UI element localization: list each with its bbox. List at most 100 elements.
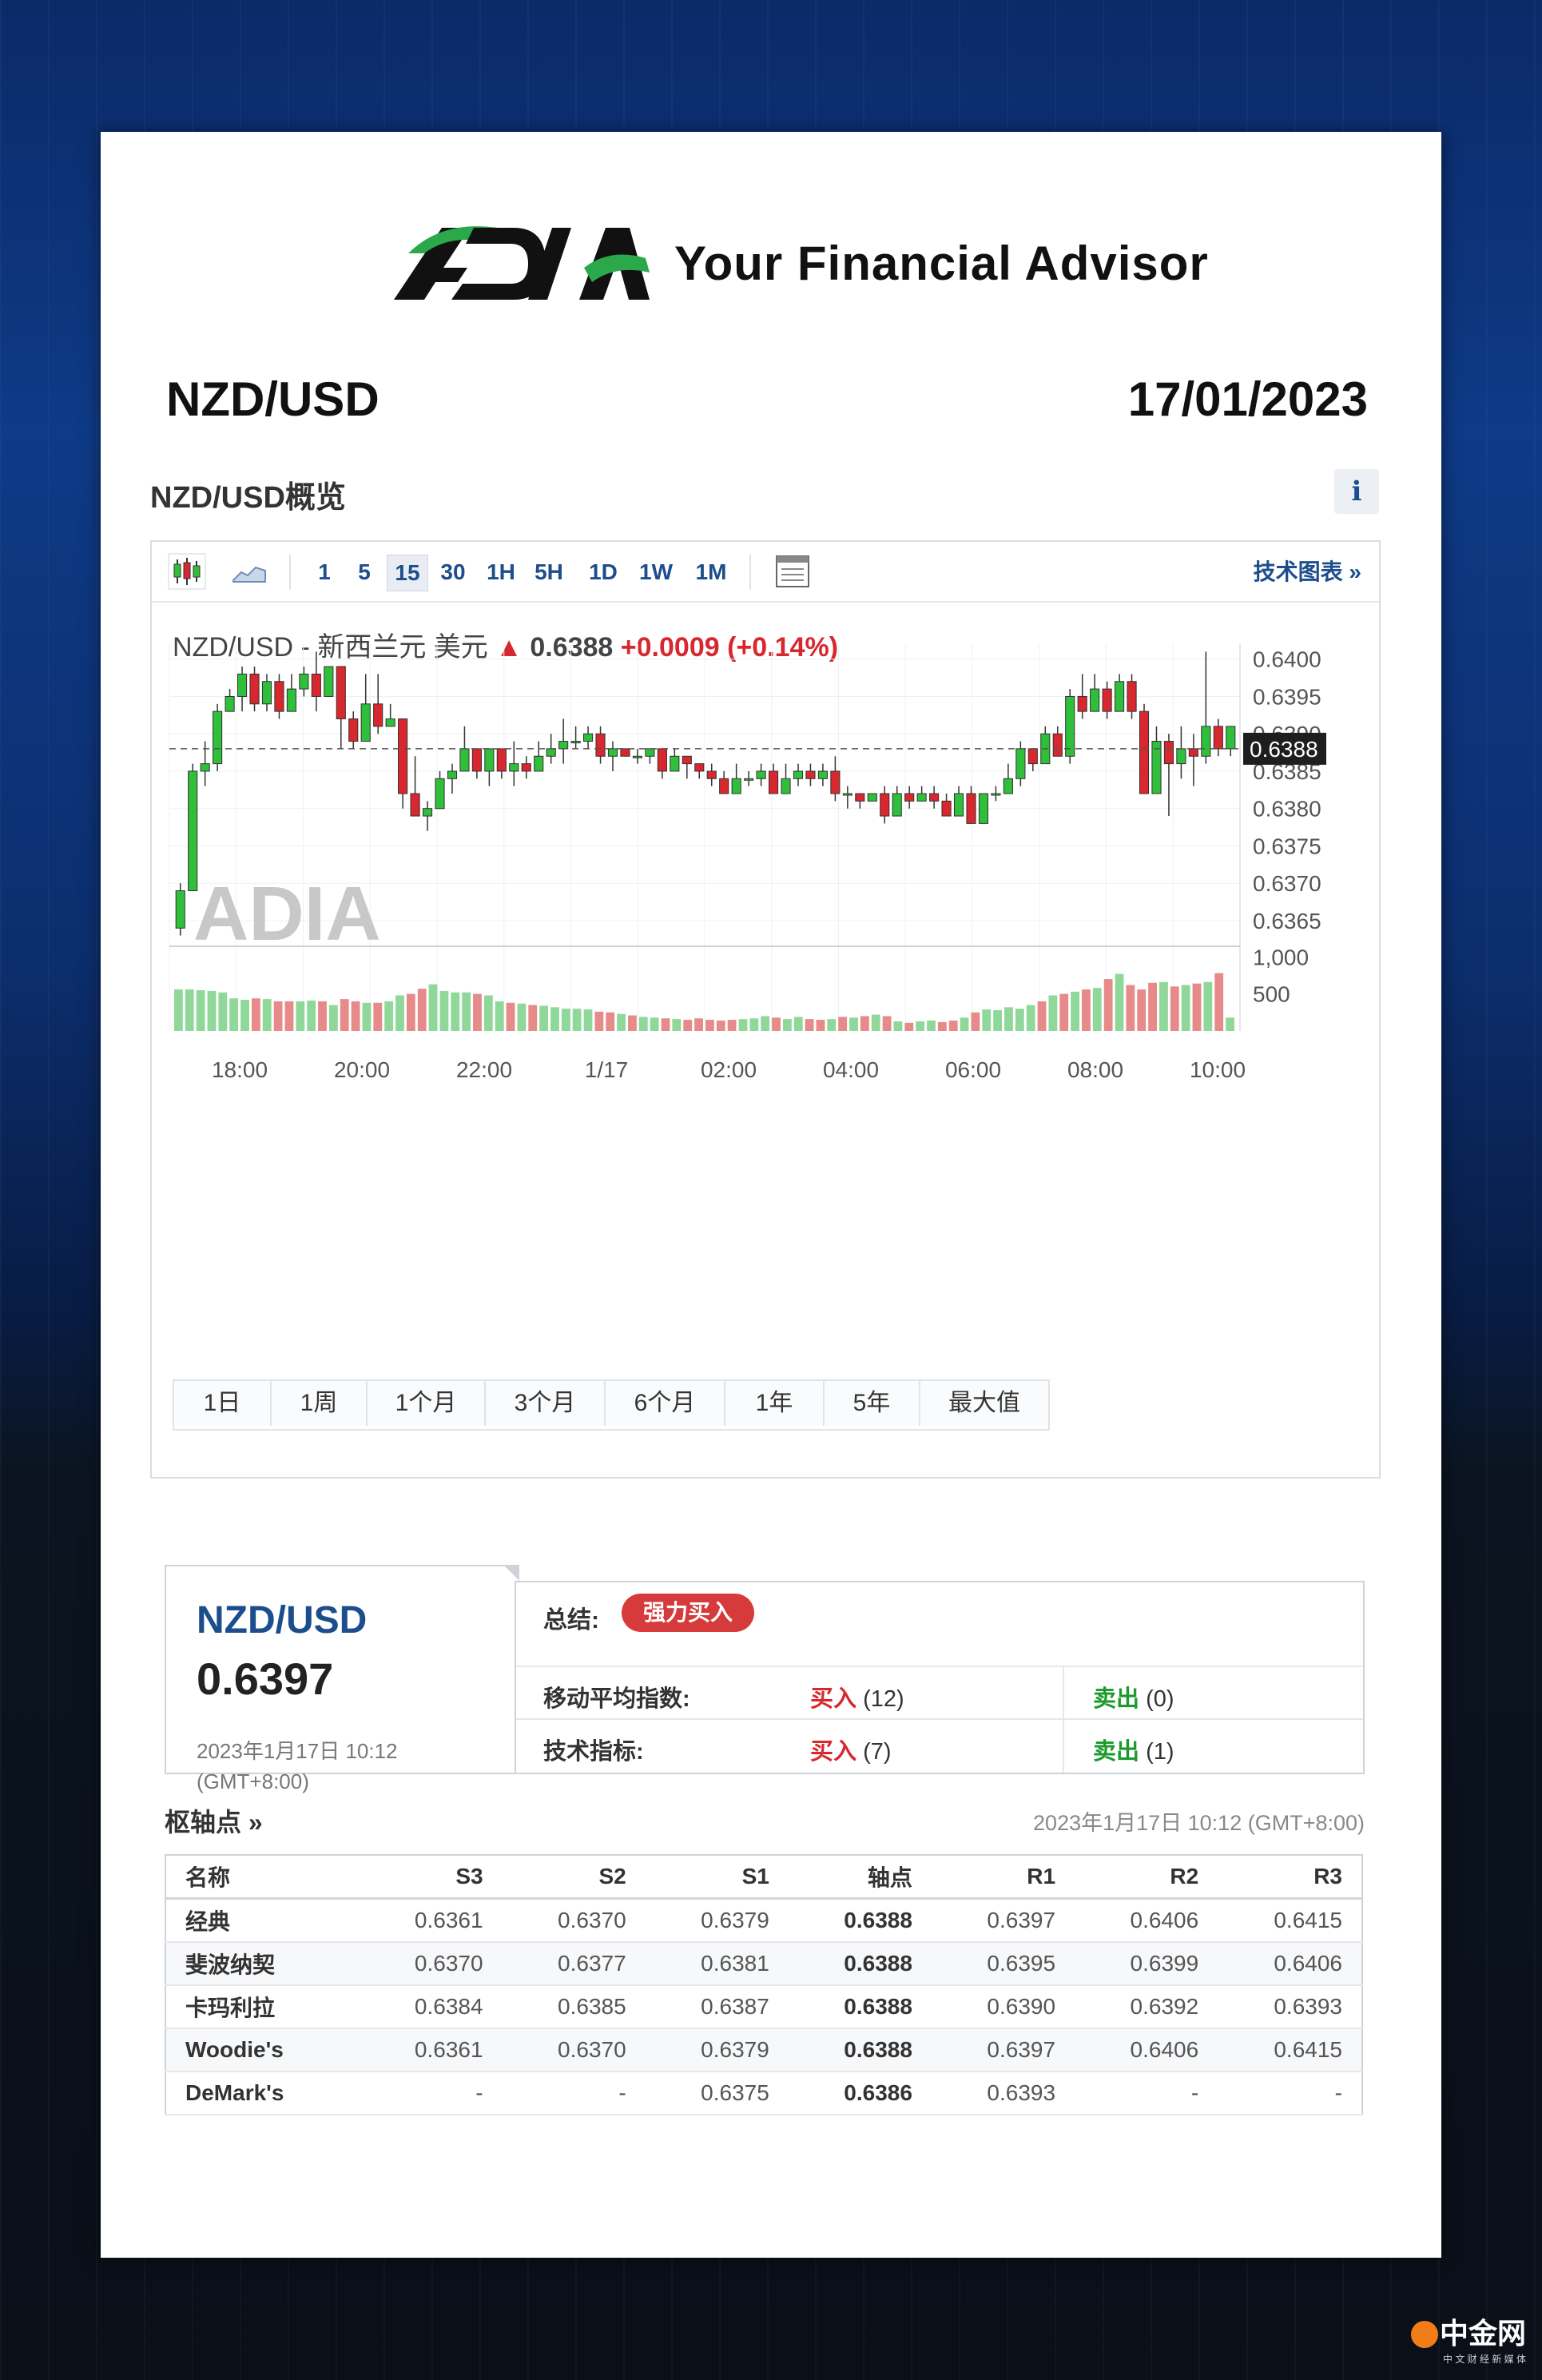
interval-5h[interactable]: 5H	[529, 555, 569, 590]
table-view-icon[interactable]	[773, 553, 812, 590]
candle-body	[236, 673, 248, 697]
volume-tick-label: 1,000	[1253, 945, 1309, 969]
candle-body	[1015, 748, 1026, 779]
volume-bar	[1148, 982, 1157, 1031]
candle-body	[324, 666, 334, 697]
volume-bar	[1004, 1007, 1013, 1031]
candle-body	[422, 808, 433, 817]
pivot-points-link[interactable]: 枢轴点 »	[165, 1802, 263, 1839]
candle-body	[1176, 748, 1186, 765]
interval-1m[interactable]: 1M	[689, 555, 733, 590]
volume-bar	[284, 1001, 294, 1031]
candle-body	[410, 793, 420, 817]
volume-bar	[174, 989, 183, 1031]
range-max[interactable]: 最大值	[920, 1381, 1048, 1426]
candle-body	[570, 741, 581, 744]
candle-body	[274, 681, 284, 712]
volume-bar	[196, 990, 205, 1031]
range-1m[interactable]: 1个月	[368, 1381, 486, 1426]
volume-bar	[982, 1009, 992, 1031]
volume-bar	[948, 1021, 958, 1031]
candle-body	[670, 755, 680, 772]
volume-bar	[185, 989, 194, 1031]
range-1d[interactable]: 1日	[174, 1381, 272, 1426]
range-6m[interactable]: 6个月	[606, 1381, 725, 1426]
interval-1h[interactable]: 1H	[481, 555, 521, 590]
table-cell: 0.6399	[1075, 1942, 1218, 1986]
table-cell: -	[359, 2072, 503, 2115]
candle-body	[188, 770, 198, 892]
x-tick-label: 10:00	[1190, 1057, 1246, 1082]
area-chart-icon[interactable]	[230, 553, 268, 590]
table-cell: DeMark's	[165, 2072, 360, 2115]
volume-bar	[207, 990, 217, 1031]
report-card: Your Financial Advisor NZD/USD 17/01/202…	[101, 132, 1441, 2258]
volume-bar	[395, 995, 404, 1031]
table-cell: 0.6379	[645, 2028, 789, 2072]
summary-pair[interactable]: NZD/USD	[197, 1598, 367, 1642]
divider	[1063, 1720, 1064, 1773]
toolbar-separator	[289, 555, 291, 590]
interval-1[interactable]: 1	[308, 555, 340, 590]
tech-chart-link[interactable]: 技术图表 »	[1254, 555, 1361, 590]
candle-body	[929, 793, 940, 802]
candle-body	[731, 778, 741, 794]
summary-label: 总结:	[543, 1607, 599, 1634]
volume-bar	[273, 1001, 283, 1031]
info-button[interactable]: i	[1334, 469, 1379, 514]
candle-body	[534, 755, 544, 772]
interval-1w[interactable]: 1W	[636, 555, 676, 590]
candle-body	[435, 778, 445, 810]
candle-body	[694, 763, 705, 772]
table-cell: 0.6388	[788, 1898, 932, 1943]
candle-body	[373, 703, 384, 727]
summary-quote-panel: NZD/USD 0.6397 2023年1月17日 10:12 (GMT+8:0…	[165, 1565, 516, 1793]
range-5y[interactable]: 5年	[825, 1381, 920, 1426]
volume-bar	[583, 1009, 593, 1031]
interval-30[interactable]: 30	[433, 555, 473, 590]
col-header: 轴点	[788, 1855, 932, 1900]
candle-body	[966, 793, 976, 824]
interval-15[interactable]: 15	[387, 555, 428, 591]
candle-body	[595, 733, 606, 757]
price-chart[interactable]: 0.64000.63950.63900.63850.63800.63750.63…	[152, 638, 1379, 1373]
volume-bar	[1103, 979, 1113, 1031]
candle-body	[496, 748, 507, 772]
volume-bar	[1170, 986, 1179, 1031]
range-3m[interactable]: 3个月	[486, 1381, 606, 1426]
table-cell: 0.6397	[931, 1898, 1075, 1943]
table-cell: 0.6395	[931, 1942, 1075, 1986]
volume-bar	[904, 1022, 914, 1031]
volume-bar	[406, 993, 415, 1031]
volume-bar	[1059, 993, 1069, 1031]
range-1y[interactable]: 1年	[725, 1381, 825, 1426]
table-header-row: 名称 S3 S2 S1 轴点 R1 R2 R3	[165, 1855, 1362, 1900]
volume-bar	[816, 1020, 825, 1031]
candle-body	[200, 763, 210, 772]
volume-bar	[694, 1018, 703, 1031]
volume-bar	[561, 1009, 570, 1031]
volume-bar	[661, 1018, 670, 1031]
table-row: 经典 0.6361 0.6370 0.6379 0.6388 0.6397 0.…	[165, 1898, 1362, 1943]
interval-1d[interactable]: 1D	[583, 555, 623, 590]
candlestick-icon[interactable]	[168, 553, 206, 590]
interval-5[interactable]: 5	[348, 555, 380, 590]
volume-bar	[927, 1021, 936, 1031]
volume-bar	[240, 1000, 249, 1031]
range-1w[interactable]: 1周	[272, 1381, 368, 1426]
volume-bar	[251, 998, 260, 1031]
chart-widget: 1 5 15 30 1H 5H 1D 1W 1M 技术图表 » NZD/USD …	[150, 540, 1381, 1479]
volume-bar	[1115, 973, 1124, 1031]
volume-bar	[473, 993, 482, 1031]
candle-body	[1188, 748, 1198, 757]
buy-value: 买入 (7)	[810, 1739, 892, 1765]
table-cell: 卡玛利拉	[165, 1985, 360, 2029]
candle-body	[336, 666, 346, 719]
summary-time: 2023年1月17日 10:12 (GMT+8:00)	[197, 1739, 398, 1793]
candle-body	[348, 718, 359, 742]
volume-bar	[351, 1001, 360, 1031]
candle-body	[607, 748, 618, 757]
volume-bar	[340, 999, 349, 1031]
table-cell: 0.6415	[1218, 1898, 1362, 1943]
candle-body	[311, 673, 321, 697]
